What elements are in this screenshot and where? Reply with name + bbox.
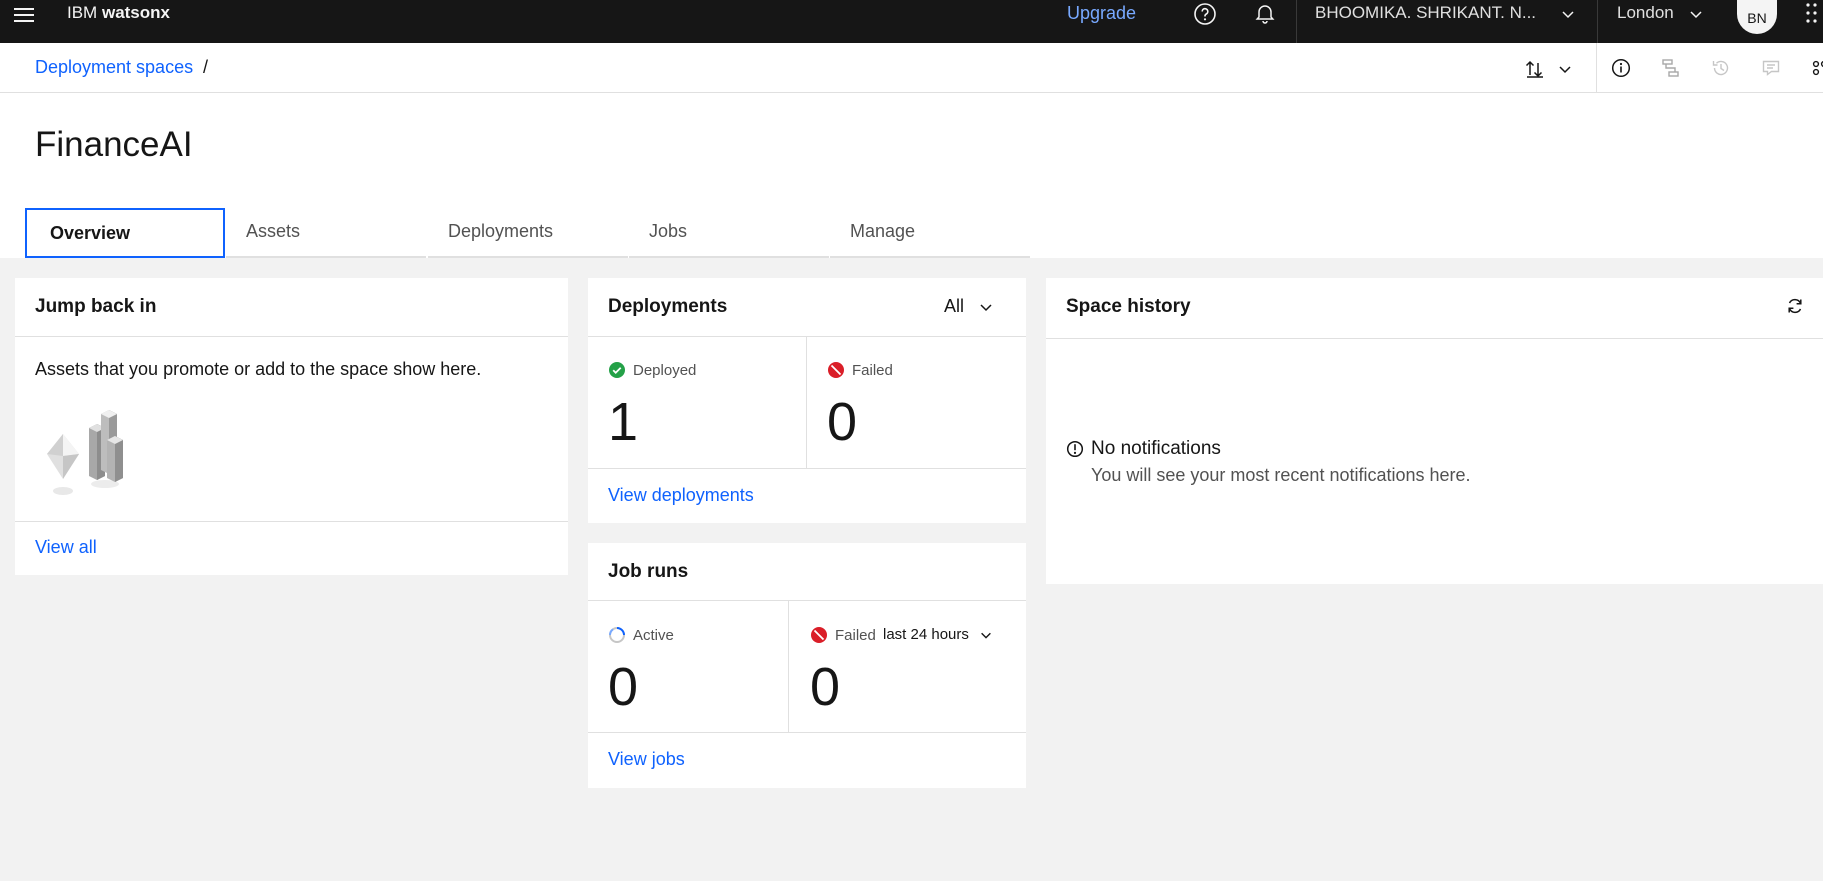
error-icon <box>810 626 828 644</box>
divider <box>588 732 1026 733</box>
help-icon[interactable] <box>1193 2 1217 26</box>
deployments-card: Deployments All Deployed 1 Failed 0 View… <box>588 278 1026 523</box>
failed-text: Failed <box>852 361 893 379</box>
information-icon[interactable] <box>1611 58 1631 78</box>
failed-count: 0 <box>827 392 858 452</box>
tab-manage[interactable]: Manage <box>830 208 1030 258</box>
failed-label: Failed <box>810 626 876 644</box>
divider <box>806 336 807 468</box>
divider <box>588 468 1026 469</box>
deployments-filter-dropdown[interactable]: All <box>944 296 994 317</box>
time-period-dropdown[interactable]: last 24 hours <box>883 626 993 643</box>
comments-icon[interactable] <box>1761 58 1781 78</box>
tab-jobs[interactable]: Jobs <box>629 208 829 258</box>
tab-deployments[interactable]: Deployments <box>428 208 628 258</box>
import-export-icon[interactable] <box>1524 58 1546 80</box>
upgrade-link[interactable]: Upgrade <box>1067 3 1136 24</box>
job-runs-card: Job runs Active 0 Failed last 24 hours 0… <box>588 543 1026 788</box>
failed-label: Failed <box>827 361 893 379</box>
tab-overview[interactable]: Overview <box>25 208 225 258</box>
card-title: Deployments <box>608 296 728 317</box>
app-switcher-icon[interactable] <box>1804 2 1820 24</box>
chevron-down-icon[interactable] <box>1557 61 1573 77</box>
error-icon <box>827 361 845 379</box>
divider <box>15 336 568 337</box>
empty-state-title: No notifications <box>1091 438 1221 459</box>
chevron-down-icon <box>979 628 993 642</box>
divider <box>1046 338 1823 339</box>
jump-back-in-card: Jump back in Assets that you promote or … <box>15 278 568 575</box>
view-deployments-link[interactable]: View deployments <box>608 485 754 506</box>
divider <box>588 600 1026 601</box>
active-label: Active <box>608 626 674 644</box>
deployed-count: 1 <box>608 392 639 452</box>
space-history-card: Space history No notifications You will … <box>1046 278 1823 584</box>
chevron-down-icon <box>978 299 994 315</box>
history-icon[interactable] <box>1711 58 1731 78</box>
failed-text: Failed <box>835 626 876 644</box>
breadcrumb-divider <box>0 92 1823 93</box>
active-text: Active <box>633 626 674 644</box>
account-switcher[interactable]: BHOOMIKA. SHRIKANT. N... <box>1315 3 1536 23</box>
toolbar-divider <box>1596 43 1597 92</box>
divider <box>788 600 789 732</box>
global-header: IBM watsonx Upgrade BHOOMIKA. SHRIKANT. … <box>0 0 1823 43</box>
header-divider <box>1296 0 1297 43</box>
in-progress-icon <box>608 626 626 644</box>
breadcrumb-deployment-spaces[interactable]: Deployment spaces <box>35 57 193 78</box>
brand-name: watsonx <box>101 3 170 22</box>
view-jobs-link[interactable]: View jobs <box>608 749 685 770</box>
divider <box>15 521 568 522</box>
breadcrumb-separator: / <box>203 57 209 77</box>
card-title: Job runs <box>608 561 689 582</box>
deployed-label: Deployed <box>608 361 696 379</box>
empty-state-text: You will see your most recent notificati… <box>1091 465 1471 485</box>
failed-count: 0 <box>810 657 841 717</box>
avatar[interactable]: BN <box>1737 0 1777 34</box>
period-value: last 24 hours <box>883 626 969 643</box>
card-title: Jump back in <box>35 296 157 317</box>
menu-icon[interactable] <box>12 4 36 26</box>
page-title: FinanceAI <box>35 125 193 164</box>
header-divider <box>1597 0 1598 43</box>
product-name[interactable]: IBM watsonx <box>67 3 170 23</box>
lineage-icon[interactable] <box>1661 58 1681 78</box>
empty-state-text: Assets that you promote or add to the sp… <box>35 359 482 379</box>
refresh-icon[interactable] <box>1785 296 1805 316</box>
brand-prefix: IBM <box>67 3 98 22</box>
chevron-down-icon[interactable] <box>1688 6 1704 22</box>
filter-value: All <box>944 296 965 316</box>
assets-illustration <box>41 404 141 500</box>
overflow-panel-icon[interactable] <box>1811 58 1823 78</box>
card-title: Space history <box>1066 296 1191 317</box>
chevron-down-icon[interactable] <box>1560 6 1576 22</box>
view-all-link[interactable]: View all <box>35 537 97 558</box>
information-icon <box>1066 440 1084 458</box>
notifications-icon[interactable] <box>1253 1 1277 25</box>
tab-assets[interactable]: Assets <box>226 208 426 258</box>
active-count: 0 <box>608 657 639 717</box>
success-icon <box>608 361 626 379</box>
deployed-text: Deployed <box>633 361 697 379</box>
region-selector[interactable]: London <box>1617 3 1674 23</box>
divider <box>588 336 1026 337</box>
